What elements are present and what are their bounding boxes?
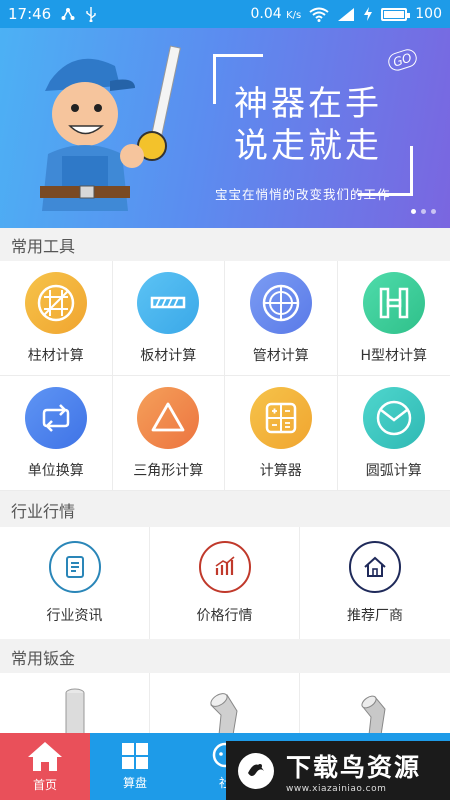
tab-home[interactable]: 首页	[0, 733, 90, 800]
signal-icon	[338, 8, 355, 21]
carousel-indicator	[411, 209, 436, 214]
price-chart-icon	[198, 541, 251, 593]
market-label: 价格行情	[196, 608, 253, 624]
tab-label: 算盘	[122, 776, 147, 790]
tool-label: 三角形计算	[133, 462, 204, 479]
charging-icon	[364, 7, 373, 21]
watermark-brand: 下载鸟资源	[286, 752, 422, 782]
market-vendors[interactable]: 推荐厂商	[300, 527, 450, 639]
tools-grid: 柱材计算 板材计算 管材计算 H型材计算 单位换算 三角形计算 计算器 圆弧计算	[0, 261, 450, 491]
wifi-icon	[309, 7, 329, 22]
h-beam-icon	[362, 271, 425, 334]
banner-headline-2: 说走就走	[234, 126, 382, 166]
worker-mascot-illustration	[40, 45, 181, 211]
tool-label: 圆弧计算	[365, 462, 422, 479]
calculator-icon	[249, 386, 312, 449]
market-price[interactable]: 价格行情	[150, 527, 300, 639]
tool-label: 单位换算	[27, 462, 84, 479]
market-grid: 行业资讯 价格行情 推荐厂商	[0, 527, 450, 639]
watermark: 下载鸟资源 www.xiazainiao.com	[226, 741, 450, 800]
unit-convert-icon	[24, 386, 87, 449]
arc-icon	[362, 386, 425, 449]
grid-icon	[122, 743, 148, 769]
straight-pipe-icon	[65, 688, 84, 733]
tab-label: 首页	[32, 778, 57, 792]
go-tag: GO	[385, 46, 419, 74]
sheet-metal-elbow[interactable]	[150, 673, 300, 733]
tool-plate-calc[interactable]: 板材计算	[112, 261, 225, 376]
section-header-common-tools: 常用工具	[0, 228, 450, 261]
usb-icon	[86, 7, 96, 22]
status-bar: 17:46 0.04 K/s 100	[0, 0, 450, 28]
column-grid-icon	[24, 271, 87, 334]
tool-pipe-calc[interactable]: 管材计算	[225, 261, 338, 376]
sheet-metal-grid	[0, 673, 450, 733]
tool-label: 柱材计算	[27, 347, 84, 364]
tool-arc-calc[interactable]: 圆弧计算	[337, 376, 450, 491]
market-news[interactable]: 行业资讯	[0, 527, 150, 639]
network-speed-unit: K/s	[286, 10, 302, 21]
market-label: 行业资讯	[46, 608, 103, 624]
tool-label: 板材计算	[140, 347, 197, 364]
tool-h-beam-calc[interactable]: H型材计算	[337, 261, 450, 376]
home-icon	[349, 541, 401, 593]
section-header-sheet-metal: 常用钣金	[0, 640, 450, 673]
section-header-industry-market: 行业行情	[0, 493, 450, 526]
offset-pipe-icon	[361, 695, 386, 733]
tool-label: H型材计算	[360, 347, 428, 364]
promo-banner[interactable]: GO 神器在手 说走就走 宝宝在悄悄的改变我们的工作	[0, 28, 450, 228]
battery-icon	[381, 7, 411, 21]
triangle-icon	[137, 386, 200, 449]
sheet-metal-offset[interactable]	[300, 673, 450, 733]
watermark-url: www.xiazainiao.com	[286, 783, 387, 794]
banner-subtitle: 宝宝在悄悄的改变我们的工作	[215, 187, 391, 202]
tool-label: 计算器	[259, 462, 302, 479]
plate-icon	[137, 271, 200, 334]
sheet-metal-straight-pipe[interactable]	[0, 673, 150, 733]
news-icon	[48, 541, 101, 593]
tool-label: 管材计算	[252, 347, 309, 364]
tool-column-calc[interactable]: 柱材计算	[0, 261, 113, 376]
tool-unit-convert[interactable]: 单位换算	[0, 376, 113, 491]
status-time: 17:46	[8, 5, 52, 23]
elbow-pipe-icon	[209, 693, 238, 733]
network-speed: 0.04	[250, 6, 282, 22]
market-label: 推荐厂商	[347, 608, 403, 624]
tool-calculator[interactable]: 计算器	[225, 376, 338, 491]
home-icon	[28, 742, 62, 771]
tool-triangle-calc[interactable]: 三角形计算	[112, 376, 225, 491]
bird-logo-icon	[238, 752, 274, 789]
share-icon	[61, 8, 75, 20]
pipe-icon	[249, 271, 312, 334]
battery-level: 100	[415, 6, 442, 22]
tab-abacus[interactable]: 算盘	[90, 733, 180, 800]
